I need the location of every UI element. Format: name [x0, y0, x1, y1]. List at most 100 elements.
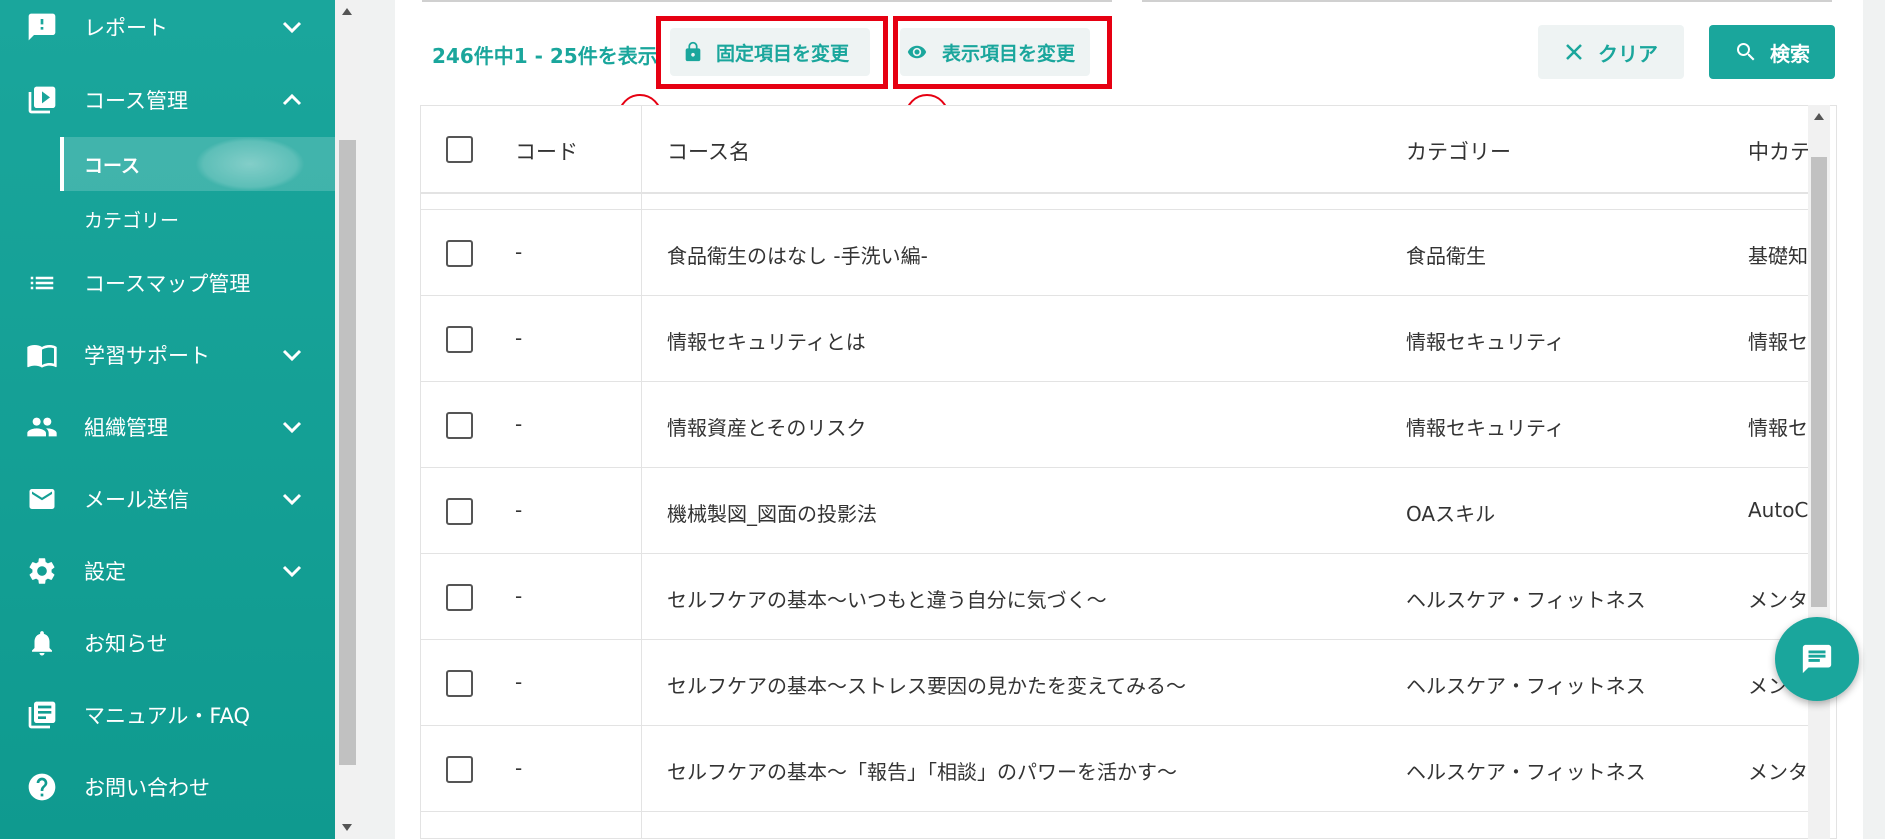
filter-field-bottom-border — [1142, 0, 1832, 2]
table-scrollbar[interactable] — [1808, 105, 1830, 839]
header-course-name: コース名 — [667, 140, 750, 164]
sidebar-item-label: 学習サポート — [84, 344, 210, 368]
sidebar-item-label: メール送信 — [84, 488, 189, 512]
cell-course-name[interactable]: セルフケアの基本〜ストレス要因の見かたを変えてみる〜 — [667, 670, 1186, 699]
header-sub-category: 中カテ — [1748, 140, 1811, 164]
ripple-effect — [195, 137, 305, 191]
table-header: コード コース名 カテゴリー 中カテ — [421, 106, 1811, 194]
annotation-box-1 — [656, 16, 888, 89]
chevron-up-icon — [280, 88, 304, 112]
cell-category: ヘルスケア・フィットネス — [1406, 588, 1646, 612]
mail-icon — [26, 483, 58, 515]
table-row[interactable]: - 情報セキュリティとは 情報セキュリティ 情報セ — [421, 296, 1811, 382]
clear-label: クリア — [1598, 41, 1658, 66]
sidebar-subitem-course[interactable]: コース — [60, 137, 335, 191]
cell-course-name[interactable]: セルフケアの基本〜「報告」「相談」のパワーを活かす〜 — [667, 756, 1177, 785]
cell-course-name[interactable]: 情報セキュリティとは — [667, 326, 866, 355]
cell-code: - — [515, 240, 523, 264]
sidebar-item-label: レポート — [84, 16, 168, 40]
cell-code: - — [515, 326, 523, 350]
sidebar-item-notifications[interactable]: お知らせ — [0, 613, 335, 673]
header-code: コード — [515, 140, 578, 164]
result-count: 246件中1 - 25件を表示 — [432, 44, 658, 68]
cell-code: - — [515, 584, 523, 608]
search-icon — [1734, 40, 1758, 64]
book-icon — [26, 339, 58, 371]
cell-code: - — [515, 670, 523, 694]
table-spacer-row — [421, 194, 1811, 210]
sidebar-subitem-category[interactable]: カテゴリー — [60, 192, 335, 246]
row-checkbox[interactable] — [446, 240, 473, 267]
scrollbar-thumb[interactable] — [339, 140, 356, 765]
filter-field-bottom-border — [422, 0, 1112, 2]
sidebar-item-label: コースマップ管理 — [84, 272, 251, 296]
report-icon — [26, 11, 58, 43]
column-divider — [641, 106, 642, 838]
select-all-checkbox[interactable] — [446, 136, 473, 163]
table-row[interactable]: - セルフケアの基本〜ストレス要因の見かたを変えてみる〜 ヘルスケア・フィットネ… — [421, 640, 1811, 726]
scroll-down-arrow-icon[interactable] — [342, 824, 352, 831]
bell-icon — [26, 627, 58, 659]
cell-category: ヘルスケア・フィットネス — [1406, 760, 1646, 784]
row-checkbox[interactable] — [446, 670, 473, 697]
sidebar-item-label: 設定 — [84, 560, 126, 584]
cell-sub-category: 基礎知 — [1748, 244, 1808, 268]
sidebar-item-organization-management[interactable]: 組織管理 — [0, 397, 335, 457]
annotation-box-2 — [893, 16, 1112, 89]
cell-course-name[interactable]: セルフケアの基本〜いつもと違う自分に気づく〜 — [667, 584, 1107, 613]
chat-button[interactable] — [1775, 617, 1859, 701]
search-button[interactable]: 検索 — [1709, 25, 1835, 79]
table-row[interactable]: - 情報資産とそのリスク 情報セキュリティ 情報セ — [421, 382, 1811, 468]
sidebar-item-coursemap-management[interactable]: コースマップ管理 — [0, 253, 335, 313]
table-row[interactable]: - セルフケアの基本〜「報告」「相談」のパワーを活かす〜 ヘルスケア・フィットネ… — [421, 726, 1811, 812]
sidebar-scrollbar[interactable] — [335, 0, 360, 839]
search-label: 検索 — [1770, 41, 1810, 66]
row-checkbox[interactable] — [446, 756, 473, 783]
scroll-up-arrow-icon[interactable] — [1814, 113, 1824, 120]
cell-category: 情報セキュリティ — [1406, 416, 1565, 440]
cell-sub-category: メンタ — [1748, 760, 1808, 784]
sidebar-item-learning-support[interactable]: 学習サポート — [0, 325, 335, 385]
chevron-down-icon — [280, 15, 304, 39]
sidebar-item-label: お知らせ — [84, 632, 168, 656]
sidebar-item-report[interactable]: レポート — [0, 0, 335, 57]
sidebar-item-contact[interactable]: お問い合わせ — [0, 757, 335, 817]
course-table: コード コース名 カテゴリー 中カテ - 食品衛生のはなし -手洗い編- 食品衛… — [420, 105, 1837, 839]
table-row[interactable]: - 食品衛生のはなし -手洗い編- 食品衛生 基礎知 — [421, 210, 1811, 296]
manual-icon — [26, 699, 58, 731]
cell-sub-category: 情報セ — [1748, 330, 1808, 354]
sidebar-item-mail[interactable]: メール送信 — [0, 469, 335, 529]
help-icon — [26, 771, 58, 803]
chevron-down-icon — [280, 343, 304, 367]
scroll-up-arrow-icon[interactable] — [342, 8, 352, 15]
cell-code: - — [515, 412, 523, 436]
row-checkbox[interactable] — [446, 412, 473, 439]
cell-sub-category: AutoC/ — [1748, 498, 1816, 522]
scrollbar-thumb[interactable] — [1811, 157, 1827, 607]
chevron-down-icon — [280, 559, 304, 583]
table-row[interactable]: - セルフケアの基本〜いつもと違う自分に気づく〜 ヘルスケア・フィットネス メン… — [421, 554, 1811, 640]
header-category: カテゴリー — [1406, 140, 1511, 164]
row-checkbox[interactable] — [446, 498, 473, 525]
cell-sub-category: メンタ — [1748, 588, 1808, 612]
cell-course-name[interactable]: 機械製図_図面の投影法 — [667, 498, 877, 527]
cell-sub-category: 情報セ — [1748, 416, 1808, 440]
cell-course-name[interactable]: 食品衛生のはなし -手洗い編- — [667, 240, 928, 269]
row-checkbox[interactable] — [446, 326, 473, 353]
sidebar-item-manual-faq[interactable]: マニュアル・FAQ — [0, 685, 335, 745]
cell-category: 情報セキュリティ — [1406, 330, 1565, 354]
clear-button[interactable]: クリア — [1538, 25, 1684, 79]
chevron-down-icon — [280, 415, 304, 439]
people-icon — [26, 411, 58, 443]
table-row[interactable]: - 機械製図_図面の投影法 OAスキル AutoC/ — [421, 468, 1815, 554]
gear-icon — [26, 555, 58, 587]
sidebar-item-settings[interactable]: 設定 — [0, 541, 335, 601]
cell-category: 食品衛生 — [1406, 244, 1486, 268]
video-library-icon — [26, 84, 58, 116]
sidebar-subitem-label: コース — [84, 154, 141, 177]
cell-course-name[interactable]: 情報資産とそのリスク — [667, 412, 866, 441]
list-icon — [26, 267, 58, 299]
row-checkbox[interactable] — [446, 584, 473, 611]
chat-icon — [1800, 642, 1834, 676]
sidebar-item-course-management[interactable]: コース管理 — [0, 70, 335, 130]
